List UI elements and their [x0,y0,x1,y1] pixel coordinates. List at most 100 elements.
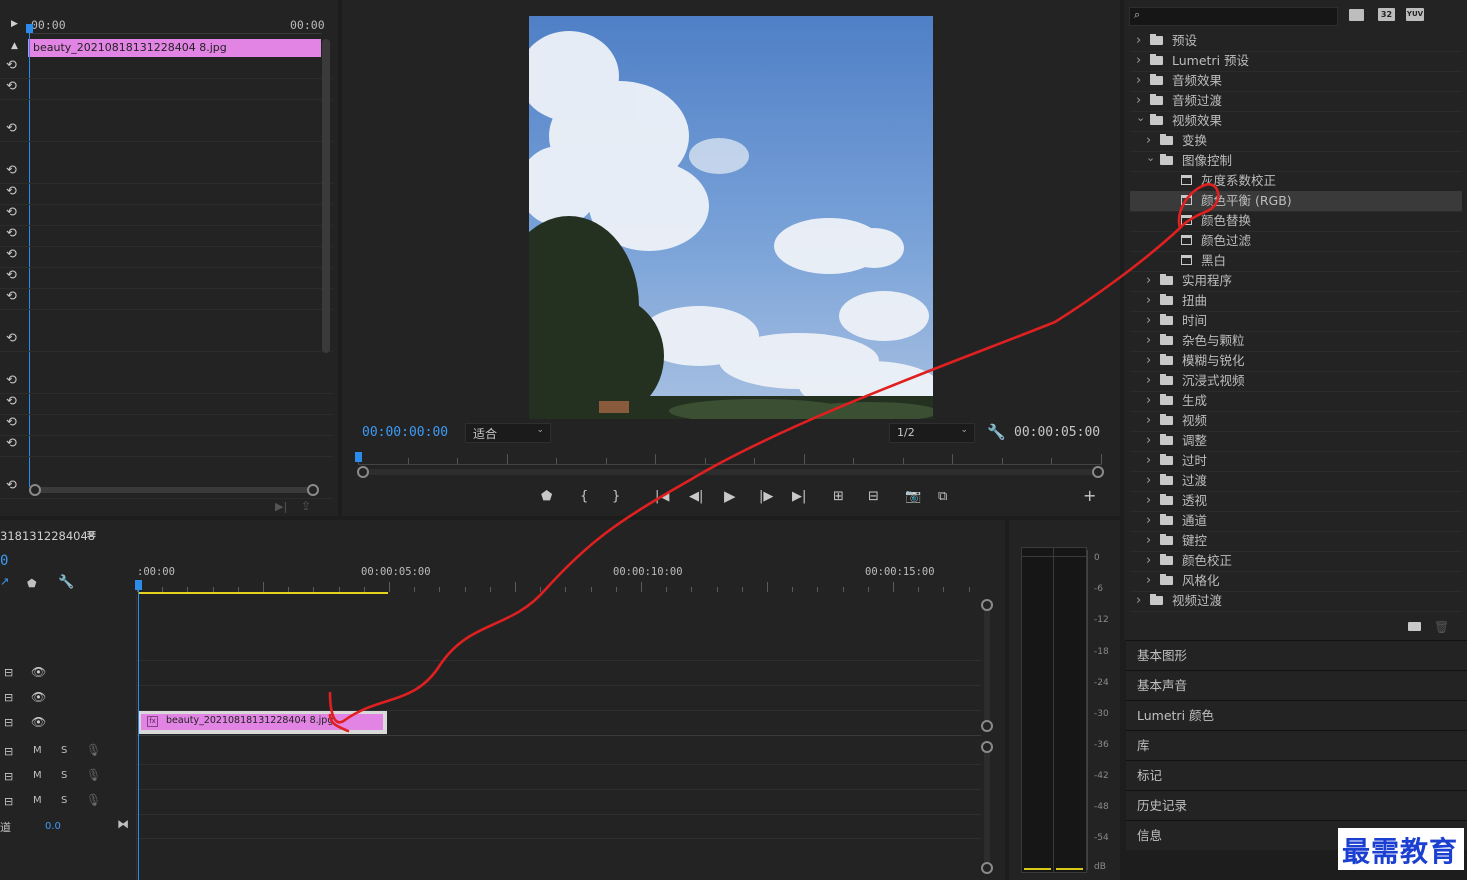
play-toggle-icon[interactable]: ▶ [11,19,18,29]
program-zoom-scrollbar[interactable] [357,466,1104,478]
effects-tree-item[interactable]: › 音频效果 [1130,71,1462,92]
play-button[interactable]: ▶ [724,487,736,505]
reset-icon[interactable]: ⟲ [6,247,17,262]
effects-tree-item[interactable]: › 变换 [1130,131,1462,152]
effects-tree-item[interactable]: 灰度系数校正 [1130,171,1462,192]
chevron-right-icon[interactable]: › [1146,411,1151,431]
add-button[interactable]: + [1083,486,1096,505]
camera-icon[interactable]: 📷 [905,489,921,504]
chevron-right-icon[interactable]: › [1146,491,1151,511]
effects-tree-item[interactable]: › 过时 [1130,451,1462,472]
chevron-right-icon[interactable]: › [1136,31,1141,51]
mute-button[interactable]: M [33,770,42,781]
effects-tree-item[interactable]: › 扭曲 [1130,291,1462,312]
chevron-right-icon[interactable]: › [1146,391,1151,411]
bowtie-icon[interactable]: ⧓ [117,817,129,831]
mark-out-button[interactable]: } [612,489,620,504]
chevron-right-icon[interactable]: › [1146,511,1151,531]
effects-tree-item[interactable]: › 键控 [1130,531,1462,552]
chevron-right-icon[interactable]: › [1136,591,1141,611]
timeline-ruler[interactable] [137,582,981,592]
accelerated-effects-icon[interactable] [1349,9,1364,21]
effects-tree-item[interactable]: › 颜色校正 [1130,551,1462,572]
reset-icon[interactable]: ⟲ [6,373,17,388]
reset-icon[interactable]: ⟲ [6,184,17,199]
solo-button[interactable]: S [61,745,67,756]
chevron-right-icon[interactable]: › [1146,551,1151,571]
film-icon[interactable]: ⊟ [4,770,13,783]
chevron-down-icon[interactable]: ⌄ [1136,108,1145,128]
chevron-right-icon[interactable]: › [1146,531,1151,551]
effects-tree-item[interactable]: › 预设 [1130,31,1462,52]
film-icon[interactable]: ⊟ [4,716,13,729]
resolution-select[interactable]: 1/2 ⌄ [889,423,975,443]
solo-button[interactable]: S [61,795,67,806]
effects-tree-item[interactable]: ⌄ 视频效果 [1130,111,1462,132]
effects-tree-item[interactable]: › 杂色与颗粒 [1130,331,1462,352]
mark-in-button[interactable]: { [580,489,588,504]
video-track-1-header[interactable]: ⊟ 👁 [0,711,136,735]
film-icon[interactable]: ⊟ [4,795,13,808]
effects-tree-item[interactable]: › 音频过渡 [1130,91,1462,112]
ec-playhead-handle[interactable] [26,24,33,33]
timeline-playhead-handle[interactable] [135,580,142,590]
chevron-right-icon[interactable]: › [1146,331,1151,351]
32-bit-effects-icon[interactable]: 32 [1378,8,1395,21]
microphone-icon[interactable]: 🎙 [86,743,101,757]
program-preview-image[interactable] [529,16,933,419]
reset-icon[interactable]: ⟲ [6,163,17,178]
effects-tree-item[interactable]: ⌄ 图像控制 [1130,151,1462,172]
program-scrub-ruler[interactable] [358,454,1102,466]
panel-lumetri-color[interactable]: Lumetri 颜色 [1126,700,1467,730]
ec-ruler[interactable] [28,33,322,34]
effects-tree-item[interactable]: › 生成 [1130,391,1462,412]
effects-tree-item[interactable]: › 视频 [1130,411,1462,432]
eye-icon[interactable]: 👁 [31,690,46,704]
effects-tree-item[interactable]: › 模糊与锐化 [1130,351,1462,372]
effects-tree-item[interactable]: › 视频过渡 [1130,591,1462,612]
work-area-bar[interactable] [139,592,388,594]
chevron-right-icon[interactable]: › [1146,351,1151,371]
new-folder-icon[interactable] [1408,622,1421,631]
effects-tree-item[interactable]: › 时间 [1130,311,1462,332]
chevron-right-icon[interactable]: › [1146,271,1151,291]
audio-track-3-header[interactable]: ⊟ M S 🎙 [0,790,136,814]
compare-view-button[interactable]: ⧉ [938,489,947,504]
chevron-right-icon[interactable]: › [1146,431,1151,451]
reset-icon[interactable]: ⟲ [6,394,17,409]
timeline-playhead-timecode[interactable]: 0 [0,553,8,569]
ec-vertical-scrollbar[interactable] [322,39,330,353]
ec-export-icon[interactable]: ⇪ [301,499,311,513]
chevron-right-icon[interactable]: › [1136,51,1141,71]
reset-icon[interactable]: ⟲ [6,289,17,304]
lift-button[interactable]: ⊞ [833,489,844,504]
audio-tracks-scrollbar[interactable] [981,741,993,874]
go-to-in-button[interactable]: |◀ [655,489,669,504]
step-forward-button[interactable]: |▶ [759,489,773,504]
audio-track-1-header[interactable]: ⊟ M S 🎙 [0,740,136,764]
chevron-right-icon[interactable]: › [1146,571,1151,591]
yuv-effects-icon[interactable]: YUV [1406,8,1424,21]
reset-icon[interactable]: ⟲ [6,415,17,430]
chevron-right-icon[interactable]: › [1146,471,1151,491]
reset-icon[interactable]: ⟲ [6,121,17,136]
effects-tree-item[interactable]: 黑白 [1130,251,1462,272]
effects-tree-item[interactable]: › 过渡 [1130,471,1462,492]
reset-icon[interactable]: ⟲ [6,268,17,283]
reset-icon[interactable]: ⟲ [6,58,17,73]
panel-history[interactable]: 历史记录 [1126,790,1467,820]
panel-essential-graphics[interactable]: 基本图形 [1126,640,1467,670]
reset-icon[interactable]: ⟲ [6,478,17,493]
snap-icon[interactable]: ↗ [0,575,9,588]
zoom-fit-select[interactable]: 适合 ⌄ [465,423,551,443]
microphone-icon[interactable]: 🎙 [86,793,101,807]
trash-icon[interactable]: 🗑 [1434,620,1449,634]
master-volume-value[interactable]: 0.0 [45,821,61,832]
effects-tree-item[interactable]: › 透视 [1130,491,1462,512]
video-track-2-header[interactable]: ⊟ 👁 [0,686,136,710]
film-icon[interactable]: ⊟ [4,666,13,679]
extract-button[interactable]: ⊟ [868,489,879,504]
wrench-icon[interactable]: 🔧 [987,423,1006,441]
wrench-icon[interactable]: 🔧 [58,575,74,590]
audio-track-2-header[interactable]: ⊟ M S 🎙 [0,765,136,789]
